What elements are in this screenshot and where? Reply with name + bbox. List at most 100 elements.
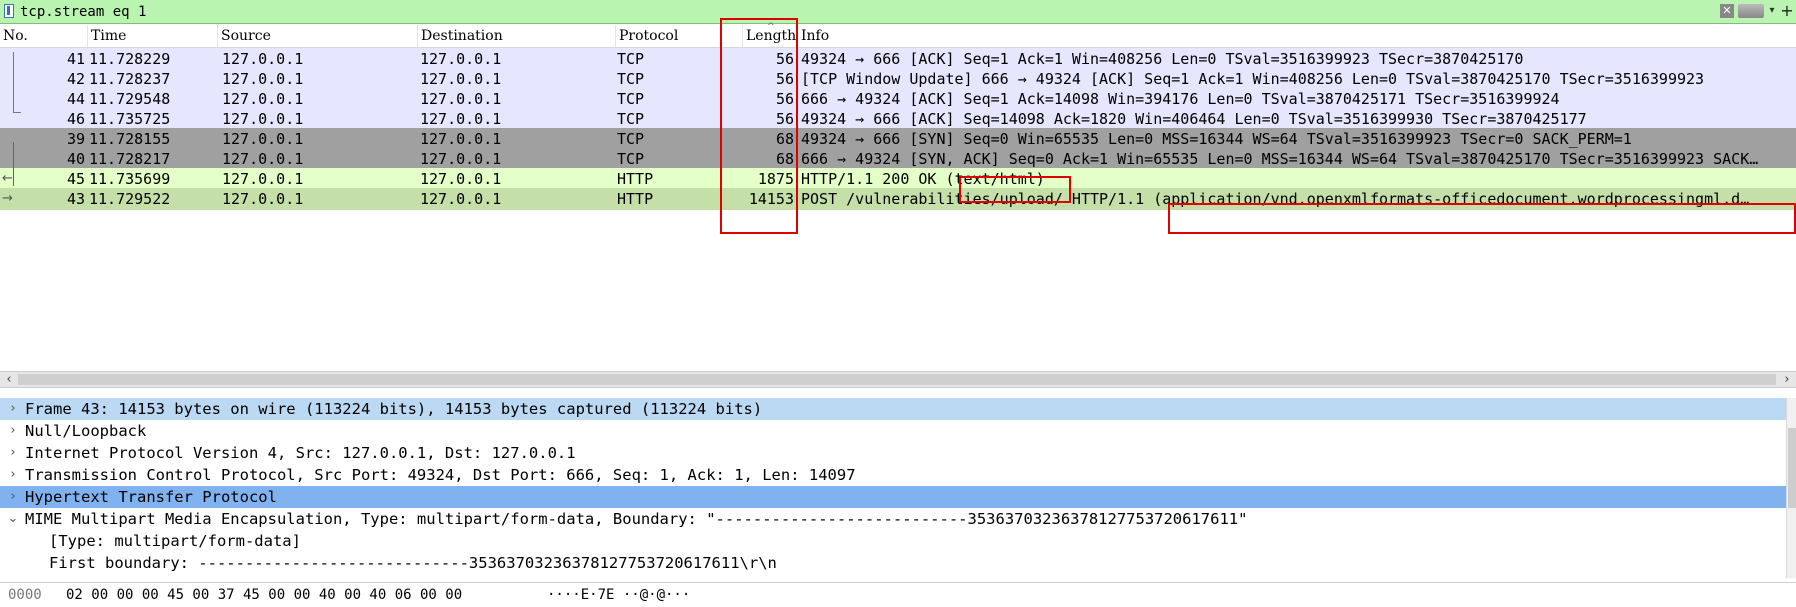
packet-details-pane[interactable]: › Frame 43: 14153 bytes on wire (113224 b…: [0, 398, 1796, 578]
packet-row[interactable]: 39 11.728155 127.0.0.1 127.0.0.1 TCP 68 49324 …: [0, 128, 1796, 150]
packet-time: 11.728229: [89, 50, 171, 68]
column-header-source[interactable]: Source: [218, 25, 418, 47]
bytes-offset: 0000: [8, 587, 42, 603]
packet-destination: 127.0.0.1: [420, 50, 502, 68]
packet-source: 127.0.0.1: [222, 110, 304, 128]
detail-tree-item[interactable]: › Hypertext Transfer Protocol: [0, 486, 1786, 508]
detail-tree-item[interactable]: › Internet Protocol Version 4, Src: 127.0…: [0, 442, 1786, 464]
packet-bytes-pane[interactable]: 0000 02 00 00 00 45 00 37 45 00 00 40 00…: [0, 582, 1796, 607]
packet-source: 127.0.0.1: [222, 150, 304, 168]
scroll-left-icon[interactable]: ‹: [2, 372, 16, 387]
packet-time: 11.728217: [89, 150, 171, 168]
packet-time: 11.735725: [89, 110, 171, 128]
chevron-right-icon[interactable]: ›: [6, 486, 20, 508]
packet-row[interactable]: 46 11.735725 127.0.0.1 127.0.0.1 TCP 56 49324 …: [0, 108, 1796, 130]
packet-list-header: No. Time Source Destination Protocol Len…: [0, 22, 1796, 48]
packet-row[interactable]: 45 11.735699 127.0.0.1 127.0.0.1 HTTP 1875 HTT…: [0, 168, 1796, 190]
packet-length: 56: [775, 90, 794, 108]
packet-destination: 127.0.0.1: [420, 90, 502, 108]
packet-row[interactable]: 44 11.729548 127.0.0.1 127.0.0.1 TCP 56 666 → …: [0, 88, 1796, 110]
packet-destination: 127.0.0.1: [420, 190, 502, 208]
apply-filter-button[interactable]: [1738, 4, 1764, 18]
packet-info: 49324 → 666 [SYN] Seq=0 Win=65535 Len=0 …: [801, 130, 1632, 148]
packet-length: 56: [775, 70, 794, 88]
packet-protocol: HTTP: [617, 170, 654, 188]
detail-tree-item[interactable]: First boundary: ------------------------…: [0, 552, 1786, 574]
column-header-time[interactable]: Time: [88, 25, 218, 47]
packet-row[interactable]: 40 11.728217 127.0.0.1 127.0.0.1 TCP 68 666 → …: [0, 148, 1796, 170]
packet-info: HTTP/1.1 200 OK (text/html): [801, 170, 1045, 188]
packet-list-scrollbar[interactable]: ‹ ›: [0, 371, 1796, 388]
packet-destination: 127.0.0.1: [420, 70, 502, 88]
packet-row[interactable]: 42 11.728237 127.0.0.1 127.0.0.1 TCP 56 [TCP W…: [0, 68, 1796, 90]
packet-row[interactable]: 43 11.729522 127.0.0.1 127.0.0.1 HTTP 14153 PO…: [0, 188, 1796, 210]
packet-source: 127.0.0.1: [222, 190, 304, 208]
packet-list[interactable]: 41 11.728229 127.0.0.1 127.0.0.1 TCP 56 49324 …: [0, 48, 1796, 371]
bytes-ascii[interactable]: ····E·7E ··@·@···: [547, 583, 690, 607]
packet-info: 49324 → 666 [ACK] Seq=14098 Ack=1820 Win…: [801, 110, 1587, 128]
packet-source: 127.0.0.1: [222, 90, 304, 108]
packet-destination: 127.0.0.1: [420, 170, 502, 188]
detail-tree-item[interactable]: › Transmission Control Protocol, Src Port…: [0, 464, 1786, 486]
column-header-destination[interactable]: Destination: [418, 25, 616, 47]
packet-source: 127.0.0.1: [222, 130, 304, 148]
packet-length: 68: [775, 130, 794, 148]
packet-source: 127.0.0.1: [222, 70, 304, 88]
column-header-info[interactable]: Info: [798, 25, 1796, 47]
bookmark-icon[interactable]: [4, 4, 14, 18]
packet-protocol: TCP: [617, 50, 645, 68]
chevron-down-icon[interactable]: ▾: [1766, 4, 1778, 18]
display-filter-input[interactable]: tcp.stream eq 1: [20, 2, 146, 22]
detail-tree-item[interactable]: ⌄ MIME Multipart Media Encapsulation, Typ…: [0, 508, 1786, 530]
sort-ascending-icon: ^: [767, 22, 775, 32]
packet-time: 11.729522: [89, 190, 171, 208]
packet-length: 1875: [757, 170, 794, 188]
packet-length: 14153: [748, 190, 794, 208]
packet-protocol: TCP: [617, 150, 645, 168]
packet-info: [TCP Window Update] 666 → 49324 [ACK] Se…: [801, 70, 1705, 88]
detail-text: First boundary: ------------------------…: [49, 554, 777, 572]
scroll-right-icon[interactable]: ›: [1780, 372, 1794, 387]
chevron-down-icon[interactable]: ⌄: [6, 508, 20, 530]
packet-destination: 127.0.0.1: [420, 150, 502, 168]
packet-protocol: TCP: [617, 110, 645, 128]
detail-text: Transmission Control Protocol, Src Port:…: [25, 466, 856, 484]
chevron-right-icon[interactable]: ›: [6, 442, 20, 464]
conversation-bracket-end: [13, 112, 21, 113]
details-scrollbar[interactable]: [1786, 398, 1796, 578]
detail-text: [Type: multipart/form-data]: [49, 532, 301, 550]
display-filter-bar: tcp.stream eq 1 ✕ ▾ +: [0, 0, 1796, 24]
packet-protocol: HTTP: [617, 190, 654, 208]
packet-info: 666 → 49324 [ACK] Seq=1 Ack=14098 Win=39…: [801, 90, 1560, 108]
conversation-bracket: [13, 142, 14, 186]
packet-source: 127.0.0.1: [222, 50, 304, 68]
packet-time: 11.728237: [89, 70, 171, 88]
chevron-right-icon[interactable]: ›: [6, 420, 20, 442]
chevron-right-icon[interactable]: ›: [6, 398, 20, 420]
bytes-hex[interactable]: 02 00 00 00 45 00 37 45 00 00 40 00 40 0…: [66, 583, 462, 607]
column-header-protocol[interactable]: Protocol: [616, 25, 743, 47]
detail-tree-item[interactable]: › Null/Loopback: [0, 420, 1786, 442]
detail-tree-item[interactable]: › Frame 43: 14153 bytes on wire (113224 b…: [0, 398, 1786, 420]
packet-protocol: TCP: [617, 70, 645, 88]
packet-info: 49324 → 666 [ACK] Seq=1 Ack=1 Win=408256…: [801, 50, 1524, 68]
detail-text: Hypertext Transfer Protocol: [25, 488, 277, 506]
detail-tree-item[interactable]: [Type: multipart/form-data]: [0, 530, 1786, 552]
detail-text: Internet Protocol Version 4, Src: 127.0.…: [25, 444, 576, 462]
packet-length: 56: [775, 50, 794, 68]
packet-time: 11.735699: [89, 170, 171, 188]
packet-protocol: TCP: [617, 130, 645, 148]
packet-row[interactable]: 41 11.728229 127.0.0.1 127.0.0.1 TCP 56 49324 …: [0, 48, 1796, 70]
chevron-right-icon[interactable]: ›: [6, 464, 20, 486]
column-header-no[interactable]: No.: [0, 25, 88, 47]
scrollbar-thumb[interactable]: [18, 374, 1776, 385]
packet-destination: 127.0.0.1: [420, 110, 502, 128]
scrollbar-thumb[interactable]: [1788, 428, 1796, 508]
packet-destination: 127.0.0.1: [420, 130, 502, 148]
close-icon[interactable]: ✕: [1720, 4, 1734, 18]
conversation-bracket: [13, 52, 14, 112]
plus-icon[interactable]: +: [1780, 2, 1794, 20]
packet-info: 666 → 49324 [SYN, ACK] Seq=0 Ack=1 Win=6…: [801, 150, 1759, 168]
packet-length: 56: [775, 110, 794, 128]
request-arrow-icon: →: [2, 191, 13, 206]
